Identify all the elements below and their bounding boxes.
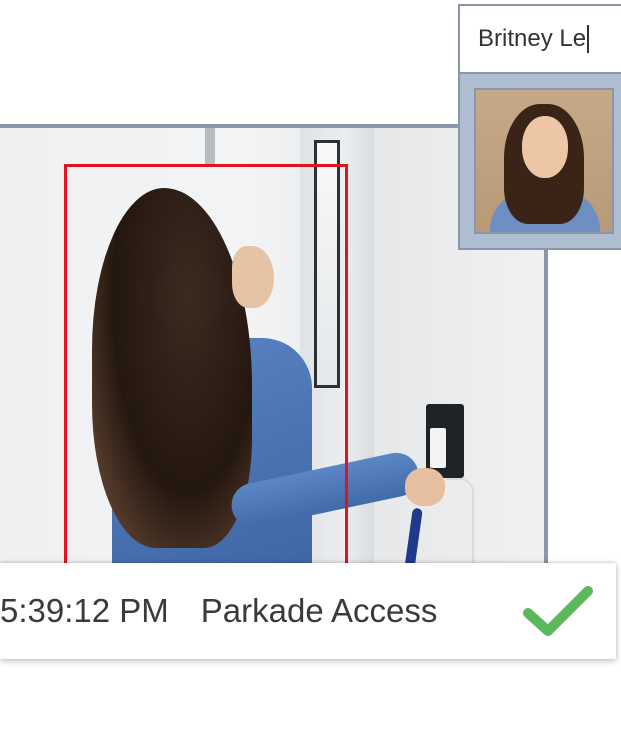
access-location: Parkade Access [200,592,438,629]
person-hand [405,468,445,506]
check-icon [523,586,593,636]
text-cursor [587,25,590,53]
reader-cable [446,478,474,574]
identity-card: Britney Le [458,4,621,250]
face-detection-box [64,164,348,574]
photo-face [522,116,568,178]
card-reader-display [430,428,446,468]
access-event-bar: 5:39:12 PM Parkade Access [0,563,616,659]
access-time: 5:39:12 PM [0,592,169,629]
identity-photo [474,88,614,234]
identity-name-field[interactable]: Britney Le [460,6,621,74]
ceiling-bracket [205,128,215,166]
identity-name: Britney Le [478,25,587,52]
